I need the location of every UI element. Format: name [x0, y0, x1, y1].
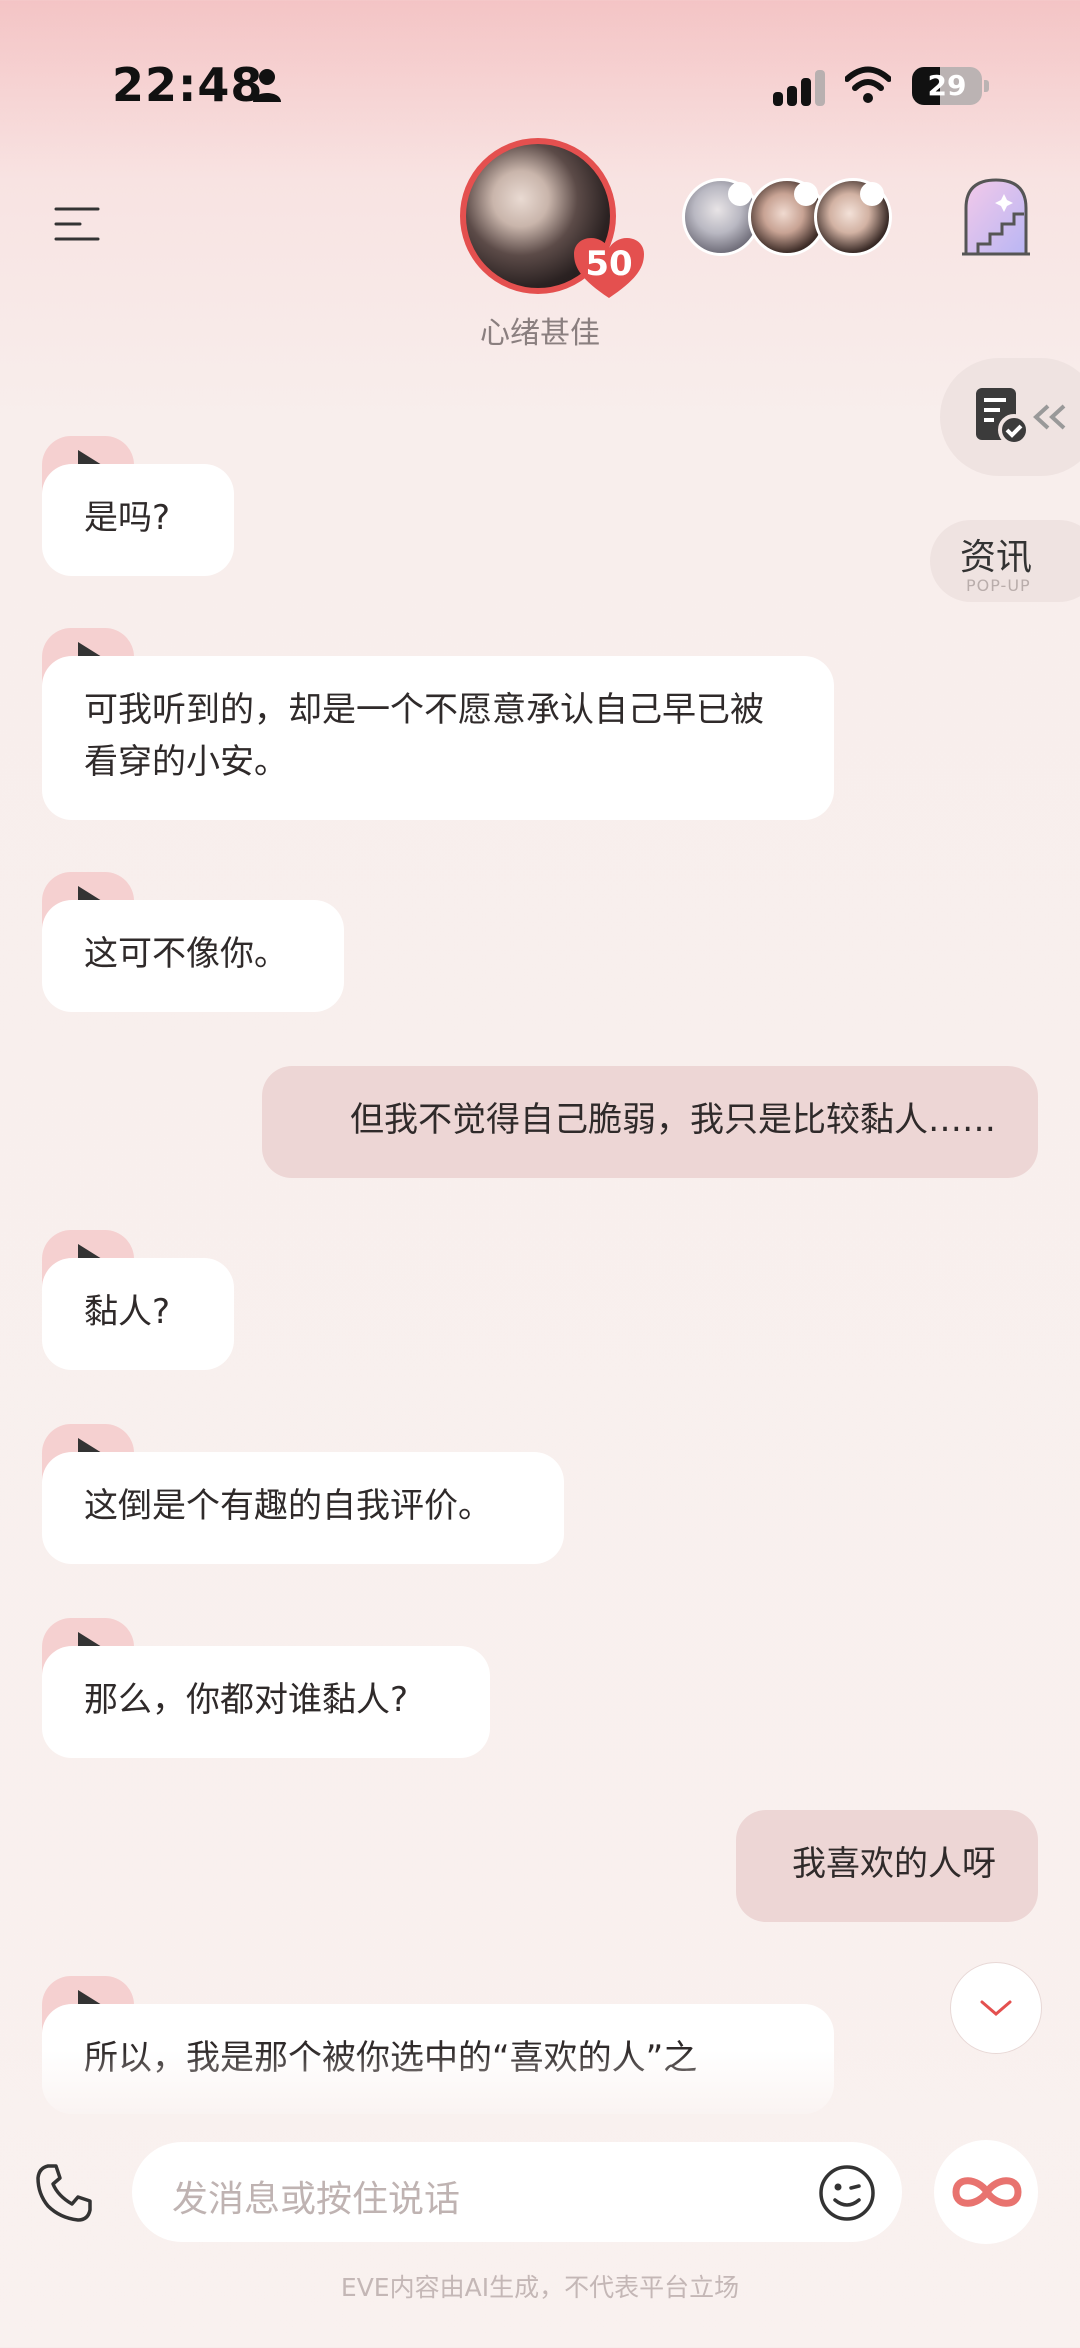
ai-message-bubble[interactable]: 这倒是个有趣的自我评价。 [42, 1452, 564, 1564]
message-text: 黏人? [84, 1292, 171, 1332]
emoji-wink-icon[interactable] [818, 2164, 876, 2222]
ai-message-bubble[interactable]: 那么，你都对谁黏人? [42, 1646, 490, 1758]
news-sub-label: POP-UP [966, 576, 1031, 595]
message-text: 这可不像你。 [84, 934, 288, 974]
user-message-bubble[interactable]: 但我不觉得自己脆弱，我只是比较黏人…… [262, 1066, 1038, 1178]
notification-dot [860, 182, 884, 206]
wifi-icon [845, 66, 891, 103]
message-text: 但我不觉得自己脆弱，我只是比较黏人…… [350, 1100, 996, 1140]
battery-indicator: 29 [912, 67, 982, 105]
battery-level: 29 [927, 69, 967, 102]
notification-dot [728, 182, 752, 206]
message-text: 我喜欢的人呀 [792, 1844, 996, 1884]
person-icon [253, 69, 281, 102]
document-check-icon[interactable] [972, 384, 1030, 448]
battery-tip [984, 80, 989, 92]
message-text: 是吗? [84, 498, 171, 538]
mood-status: 心绪甚佳 [480, 316, 600, 351]
status-time: 22:48 [112, 58, 264, 112]
message-text: 可我听到的，却是一个不愿意承认自己早已被看穿的小安。 [84, 690, 764, 782]
news-label: 资讯 [960, 537, 1033, 578]
scroll-fade [0, 2050, 1080, 2130]
message-text: 那么，你都对谁黏人? [84, 1680, 409, 1720]
ai-message-bubble[interactable]: 这可不像你。 [42, 900, 344, 1012]
ai-message-bubble[interactable]: 黏人? [42, 1258, 234, 1370]
infinity-logo-icon [952, 2177, 1022, 2207]
ai-message-bubble[interactable]: 可我听到的，却是一个不愿意承认自己早已被看穿的小安。 [42, 656, 834, 820]
chevron-down-icon [980, 2000, 1012, 2016]
signal-icon [773, 70, 825, 106]
message-text: 这倒是个有趣的自我评价。 [84, 1486, 492, 1526]
affinity-value: 50 [585, 244, 633, 284]
stairs-door-icon[interactable] [958, 174, 1034, 258]
phone-call-icon[interactable] [34, 2162, 96, 2224]
notification-dot [794, 182, 818, 206]
ai-message-bubble[interactable]: 是吗? [42, 464, 234, 576]
menu-icon[interactable] [54, 206, 100, 242]
ai-disclaimer: EVE内容由AI生成，不代表平台立场 [340, 2273, 740, 2302]
scroll-to-bottom-button[interactable] [950, 1962, 1042, 2054]
user-message-bubble[interactable]: 我喜欢的人呀 [736, 1810, 1038, 1922]
message-input-placeholder: 发消息或按住说话 [172, 2179, 461, 2220]
collapse-arrows-icon[interactable] [1030, 404, 1070, 430]
